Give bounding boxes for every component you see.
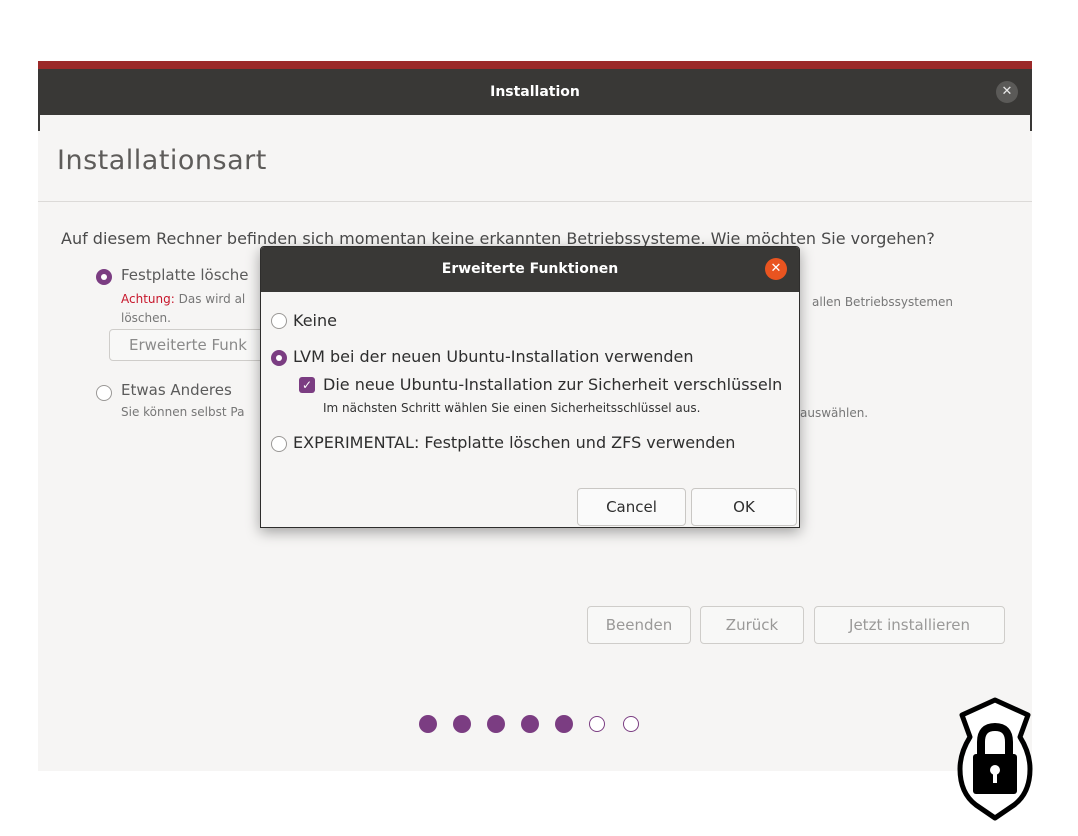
erase-warning: Achtung: Das wird al: [121, 292, 245, 306]
progress-dot: [555, 715, 573, 733]
lock-shield-icon: [957, 697, 1033, 821]
window-border-right: [1030, 115, 1032, 131]
dialog-title: Erweiterte Funktionen: [441, 261, 619, 277]
cancel-button[interactable]: Cancel: [577, 488, 686, 526]
progress-dot: [487, 715, 505, 733]
warning-text-tail: allen Betriebssystemen: [812, 295, 954, 309]
window-close-icon[interactable]: ✕: [996, 81, 1018, 103]
page-title: Installationsart: [57, 145, 267, 176]
lvm-label[interactable]: LVM bei der neuen Ubuntu-Installation ve…: [293, 347, 694, 366]
something-else-label[interactable]: Etwas Anderes: [121, 381, 232, 399]
warning-word: Achtung:: [121, 292, 175, 306]
encrypt-checkbox[interactable]: ✓: [299, 377, 315, 393]
progress-dot: [623, 716, 639, 732]
dialog-titlebar: Erweiterte Funktionen ✕: [261, 247, 799, 292]
dialog-close-icon[interactable]: ✕: [765, 258, 787, 280]
ok-button[interactable]: OK: [691, 488, 797, 526]
progress-dot: [419, 715, 437, 733]
window-top-border: [38, 61, 1032, 69]
progress-dot: [521, 715, 539, 733]
zfs-radio[interactable]: [271, 436, 287, 452]
none-radio[interactable]: [271, 313, 287, 329]
quit-button[interactable]: Beenden: [587, 606, 691, 644]
progress-dot: [453, 715, 471, 733]
back-button[interactable]: Zurück: [700, 606, 804, 644]
warning-text-line2: löschen.: [121, 311, 171, 325]
header-divider: [38, 201, 1032, 202]
advanced-features-dialog: Erweiterte Funktionen ✕ Keine LVM bei de…: [260, 246, 800, 528]
window-title: Installation: [490, 84, 580, 100]
warning-text: Das wird al: [178, 292, 246, 306]
erase-disk-radio[interactable]: [96, 269, 112, 285]
encrypt-label[interactable]: Die neue Ubuntu-Installation zur Sicherh…: [323, 375, 782, 394]
window-border-left: [38, 115, 40, 131]
zfs-label[interactable]: EXPERIMENTAL: Festplatte löschen und ZFS…: [293, 433, 735, 452]
progress-dot: [589, 716, 605, 732]
something-else-radio[interactable]: [96, 385, 112, 401]
erase-disk-label[interactable]: Festplatte lösche: [121, 266, 249, 284]
install-now-button[interactable]: Jetzt installieren: [814, 606, 1005, 644]
window-titlebar: Installation ✕: [38, 69, 1032, 115]
lvm-radio[interactable]: [271, 350, 287, 366]
something-else-desc-tail: auswählen.: [800, 406, 869, 420]
none-label[interactable]: Keine: [293, 311, 337, 330]
something-else-desc: Sie können selbst Pa: [121, 405, 245, 419]
encrypt-hint: Im nächsten Schritt wählen Sie einen Sic…: [323, 401, 701, 415]
